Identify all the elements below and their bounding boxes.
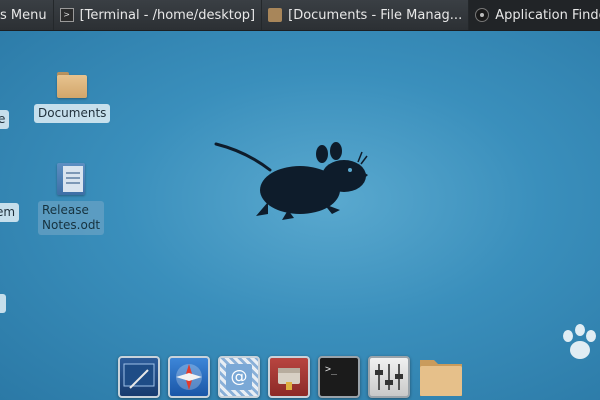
desktop-icon-label-partial[interactable]: em [0,203,20,222]
document-icon [57,163,86,195]
folder-icon [57,72,88,98]
compass-icon [176,364,202,390]
dock: @ >_ [118,350,472,398]
dock-web-browser[interactable] [168,356,210,398]
desktop-icon-label-line1: Release [42,203,89,217]
terminal-icon: > [59,8,74,22]
dock-desktop-settings[interactable] [118,356,160,398]
application-finder-icon [475,8,490,22]
taskbar-application-finder[interactable]: Application Finder [469,0,600,30]
taskbar-file-manager-label: [Documents - File Manag... [288,7,463,23]
dock-terminal[interactable]: >_ [318,356,360,398]
dock-mixer[interactable] [368,356,410,398]
panel-menu-label: s Menu [0,7,47,23]
dock-file-manager[interactable] [418,354,464,398]
mail-icon: @ [226,364,252,390]
taskbar-application-finder-label: Application Finder [495,7,600,23]
taskbar-file-manager[interactable]: [Documents - File Manag... [262,0,470,30]
taskbar-terminal[interactable]: > [Terminal - /home/desktop] [54,0,263,30]
mixer-icon [375,364,403,390]
folder-icon [420,360,462,396]
desktop-icon-documents[interactable]: Documents [34,72,111,123]
desktop-icon-label: Documents [34,104,111,123]
dock-mail[interactable]: @ [218,356,260,398]
dock-package-manager[interactable] [268,356,310,398]
paw-icon [563,324,596,359]
desktop-icon-label-partial[interactable]: e [0,110,10,129]
xfce-mouse-logo [214,142,368,220]
desktop-settings-icon [123,363,155,389]
panel-menu-button[interactable]: s Menu [0,0,54,30]
desktop-icon-label-partial[interactable] [0,294,6,313]
baidu-watermark [496,318,596,398]
terminal-icon: >_ [325,364,338,375]
desktop-icon-release-notes[interactable]: Release Notes.odt [38,163,105,235]
desktop-icon-label: Release Notes.odt [38,201,105,235]
folder-icon [268,8,283,22]
top-panel: s Menu > [Terminal - /home/desktop] [Doc… [0,0,600,31]
package-icon [278,368,300,390]
taskbar-terminal-label: [Terminal - /home/desktop] [79,7,256,23]
desktop-icon-label-line2: Notes.odt [42,218,101,232]
